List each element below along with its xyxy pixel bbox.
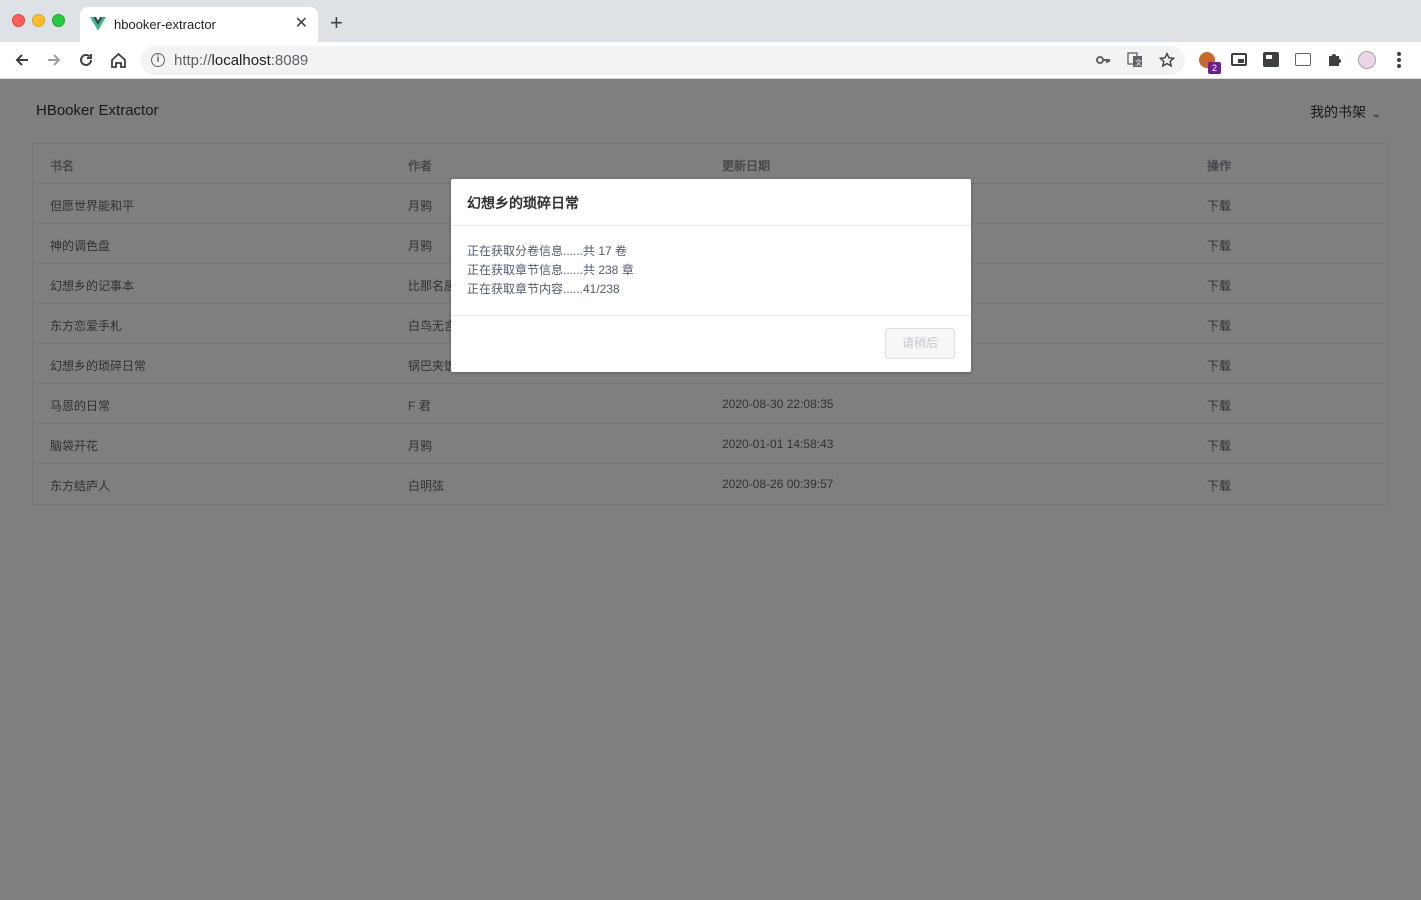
browser-toolbar: i http://localhost:8089 文 2 <box>0 42 1421 79</box>
close-icon[interactable]: ✕ <box>295 15 308 33</box>
info-icon[interactable]: i <box>151 53 165 67</box>
progress-line-content: 正在获取章节内容......41/238 <box>467 282 620 296</box>
address-bar[interactable]: i http://localhost:8089 文 <box>141 46 1185 75</box>
progress-line-volumes: 正在获取分卷信息......共 17 卷 <box>467 244 628 258</box>
avatar[interactable] <box>1358 51 1376 69</box>
svg-text:文: 文 <box>1135 58 1142 67</box>
dialog-body: 正在获取分卷信息......共 17 卷 正在获取章节信息......共 238… <box>467 242 634 299</box>
key-icon[interactable] <box>1095 52 1111 68</box>
extension-card-icon[interactable] <box>1295 53 1311 66</box>
divider <box>451 225 971 226</box>
puzzle-icon[interactable] <box>1327 52 1343 73</box>
maximize-window-button[interactable] <box>52 14 65 27</box>
forward-arrow-icon[interactable] <box>44 50 64 70</box>
wait-button[interactable]: 请稍后 <box>885 328 955 359</box>
reload-icon[interactable] <box>76 50 96 70</box>
translate-icon[interactable]: 文 <box>1127 52 1143 68</box>
browser-tab[interactable]: hbooker-extractor ✕ <box>80 7 318 42</box>
vue-logo-icon <box>90 17 106 31</box>
new-tab-button[interactable]: + <box>330 12 343 34</box>
close-window-button[interactable] <box>12 14 25 27</box>
picture-in-picture-icon[interactable] <box>1231 53 1247 66</box>
tab-title: hbooker-extractor <box>114 17 216 32</box>
star-icon[interactable] <box>1158 51 1176 68</box>
extension-screen-icon[interactable] <box>1263 52 1279 67</box>
progress-line-chapters: 正在获取章节信息......共 238 章 <box>467 263 634 277</box>
dialog-title: 幻想乡的琐碎日常 <box>467 195 579 211</box>
back-arrow-icon[interactable] <box>12 50 32 70</box>
url-text[interactable]: http://localhost:8089 <box>174 52 308 69</box>
browser-tabstrip: hbooker-extractor ✕ + <box>0 0 1421 42</box>
extension-badge: 2 <box>1208 62 1221 74</box>
home-icon[interactable] <box>108 50 128 70</box>
download-progress-dialog: 幻想乡的琐碎日常 正在获取分卷信息......共 17 卷 正在获取章节信息..… <box>451 179 971 372</box>
divider <box>451 315 971 316</box>
more-menu-icon[interactable] <box>1397 52 1401 68</box>
minimize-window-button[interactable] <box>32 14 45 27</box>
